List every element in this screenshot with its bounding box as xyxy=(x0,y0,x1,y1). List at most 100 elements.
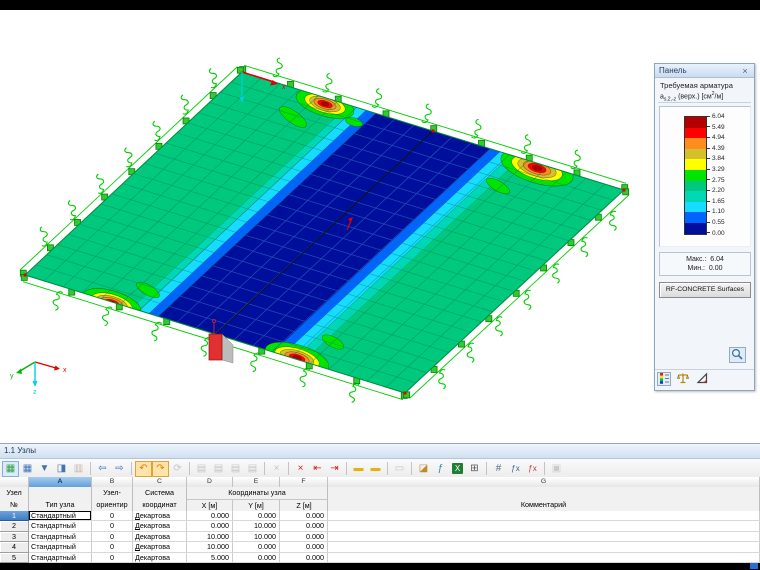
legend-tick: 0.00 xyxy=(706,230,725,237)
cell-coordinate-system[interactable]: Декартова xyxy=(133,552,187,563)
cell-comment[interactable] xyxy=(328,521,760,532)
cell-z[interactable]: 0.000 xyxy=(280,521,328,532)
panel-tab-factors[interactable] xyxy=(676,372,690,386)
toolbar-edit-comment-button: ▭ xyxy=(394,463,405,474)
cell-coordinate-system[interactable]: Декартова xyxy=(133,542,187,553)
toolbar-separator xyxy=(387,462,388,475)
toolbar-function-delete-button[interactable]: ƒx xyxy=(524,461,541,477)
cell-reference-node[interactable]: 0 xyxy=(92,521,133,532)
cell-reference-node[interactable]: 0 xyxy=(92,531,133,543)
cell-z[interactable]: 0.000 xyxy=(280,542,328,553)
legend-tick: 0.55 xyxy=(706,219,725,226)
row-number[interactable]: 4 xyxy=(0,542,29,553)
toolbar-next-table-button[interactable]: ⇨ xyxy=(111,461,128,477)
cell-x[interactable]: 0.000 xyxy=(187,521,233,532)
toolbar-table-edit-mode-button[interactable]: ▦ xyxy=(2,460,19,477)
panel-tab-color-scale[interactable] xyxy=(657,372,671,386)
legend-tick: 2.20 xyxy=(706,187,725,194)
toolbar-parameters-button[interactable]: # xyxy=(490,461,507,477)
legend-band-3 xyxy=(685,148,706,160)
cell-x[interactable]: 10.000 xyxy=(187,542,233,553)
cell-z[interactable]: 0.000 xyxy=(280,531,328,543)
header-coordinate-system: Система координат xyxy=(133,487,187,513)
cell-x[interactable]: 10.000 xyxy=(187,531,233,543)
cell-comment[interactable] xyxy=(328,542,760,553)
svg-text:z: z xyxy=(33,389,37,396)
toolbar-view-split-1-button[interactable]: ▬ xyxy=(350,461,367,477)
cell-node-type[interactable]: Стандартный xyxy=(29,511,92,522)
model-canvas[interactable]: x x y z xyxy=(0,0,760,443)
toolbar-delete-all-button[interactable]: × xyxy=(292,461,309,477)
cell-coordinate-system[interactable]: Декартова xyxy=(133,521,187,532)
row-number[interactable]: 1 xyxy=(0,511,29,522)
zoom-scale-button[interactable] xyxy=(729,347,746,363)
table-title[interactable]: 1.1 Узлы xyxy=(0,443,760,459)
magnifier-icon xyxy=(731,348,743,360)
cell-comment[interactable] xyxy=(328,552,760,563)
extremes-box: Макс.: 6.04 Мин.: 0.00 xyxy=(659,252,751,276)
cell-x[interactable]: 0.000 xyxy=(187,511,233,522)
cell-reference-node[interactable]: 0 xyxy=(92,542,133,553)
toolbar-table-transfer-button[interactable]: ◨ xyxy=(53,461,70,477)
toolbar-table-view-button[interactable]: ▼ xyxy=(36,461,53,477)
toolbar-empty-row-button: ▤ xyxy=(247,463,258,474)
toolbar-function-button[interactable]: ƒx xyxy=(507,461,524,477)
toolbar-cut-row-button: ▤ xyxy=(196,463,207,474)
legend-band-1 xyxy=(685,127,706,139)
toolbar-apply-to-graphic-button[interactable]: ⇥ xyxy=(326,461,343,477)
row-number[interactable]: 2 xyxy=(0,521,29,532)
table-toolbar: ▦ ▦ ▼ ◨ ▥ ⇦ ⇨ ↶ ↷ ⟳ ▤ ▤ ▤ ▤ × × ⇤ ⇥ ▬ ▬ ▭ ◪ ƒ X ⊞ # ƒx ƒx ▣ xyxy=(0,459,760,479)
legend-tick: 6.04 xyxy=(706,113,725,120)
legend-band-6 xyxy=(685,180,706,192)
cell-node-type[interactable]: Стандартный xyxy=(29,521,92,532)
cell-z[interactable]: 0.000 xyxy=(280,552,328,563)
close-icon[interactable]: × xyxy=(740,66,750,76)
color-scale[interactable] xyxy=(684,116,707,235)
row-number[interactable]: 5 xyxy=(0,552,29,563)
toolbar-font-button[interactable]: ƒ xyxy=(432,461,449,477)
cell-comment[interactable] xyxy=(328,511,760,522)
rf-concrete-surfaces-button[interactable]: RF-CONCRETE Surfaces xyxy=(659,282,751,298)
cell-y[interactable]: 0.000 xyxy=(233,511,280,522)
toolbar-import-button[interactable]: ◪ xyxy=(415,461,432,477)
cell-coordinate-system[interactable]: Декартова xyxy=(133,531,187,543)
toolbar-calculator-button[interactable]: ⊞ xyxy=(466,461,483,477)
toolbar-redo-button[interactable]: ↷ xyxy=(152,460,169,477)
toolbar-excel-export-button[interactable]: X xyxy=(449,461,466,477)
cell-z[interactable]: 0.000 xyxy=(280,511,328,522)
panel-titlebar[interactable]: Панель × xyxy=(655,64,754,78)
table-header: Узел № Тип узла Узел-ориентир Система коор… xyxy=(0,487,760,513)
legend-tick: 4.39 xyxy=(706,145,725,152)
toolbar-refresh-button: ⟳ xyxy=(173,463,182,474)
cell-y[interactable]: 0.000 xyxy=(233,542,280,553)
toolbar-copy-row-button: ▤ xyxy=(213,463,224,474)
header-node-type: Тип узла xyxy=(29,487,92,513)
toolbar-previous-table-button[interactable]: ⇦ xyxy=(94,461,111,477)
cell-y[interactable]: 10.000 xyxy=(233,531,280,543)
row-number[interactable]: 3 xyxy=(0,531,29,543)
cell-reference-node[interactable]: 0 xyxy=(92,552,133,563)
drafting-triangle-icon xyxy=(696,372,708,384)
cell-node-type[interactable]: Стандартный xyxy=(29,531,92,543)
toolbar-table-chart-button: ▥ xyxy=(73,463,84,474)
toolbar-pick-from-graphic-button[interactable]: ⇤ xyxy=(309,461,326,477)
legend-tick: 3.84 xyxy=(706,155,725,162)
cell-reference-node[interactable]: 0 xyxy=(92,511,133,522)
cell-comment[interactable] xyxy=(328,531,760,543)
cell-coordinate-system[interactable]: Декартова xyxy=(133,511,187,522)
cell-y[interactable]: 0.000 xyxy=(233,552,280,563)
toolbar-view-split-2-button[interactable]: ▬ xyxy=(367,461,384,477)
nodes-table-window: 1.1 Узлы ▦ ▦ ▼ ◨ ▥ ⇦ ⇨ ↶ ↷ ⟳ ▤ ▤ ▤ ▤ × × ⇤ ⇥ ▬ ▬ ▭ ◪ ƒ X ⊞ # ƒx ƒx ▣… xyxy=(0,443,760,563)
color-scale-box: 6.04 5.49 4.94 4.39 3.84 3.29 2.75 2.20 1.65 1.10… xyxy=(659,106,751,247)
bottom-right-accent xyxy=(750,563,758,569)
panel-tab-filter[interactable] xyxy=(695,372,709,386)
cell-x[interactable]: 5.000 xyxy=(187,552,233,563)
cell-node-type[interactable]: Стандартный xyxy=(29,542,92,553)
legend-tick: 5.49 xyxy=(706,124,725,131)
cell-y[interactable]: 10.000 xyxy=(233,521,280,532)
toolbar-table-insert-button[interactable]: ▦ xyxy=(19,461,36,477)
toolbar-undo-button[interactable]: ↶ xyxy=(135,460,152,477)
toolbar-separator xyxy=(288,462,289,475)
cell-node-type[interactable]: Стандартный xyxy=(29,552,92,563)
toolbar-separator xyxy=(189,462,190,475)
